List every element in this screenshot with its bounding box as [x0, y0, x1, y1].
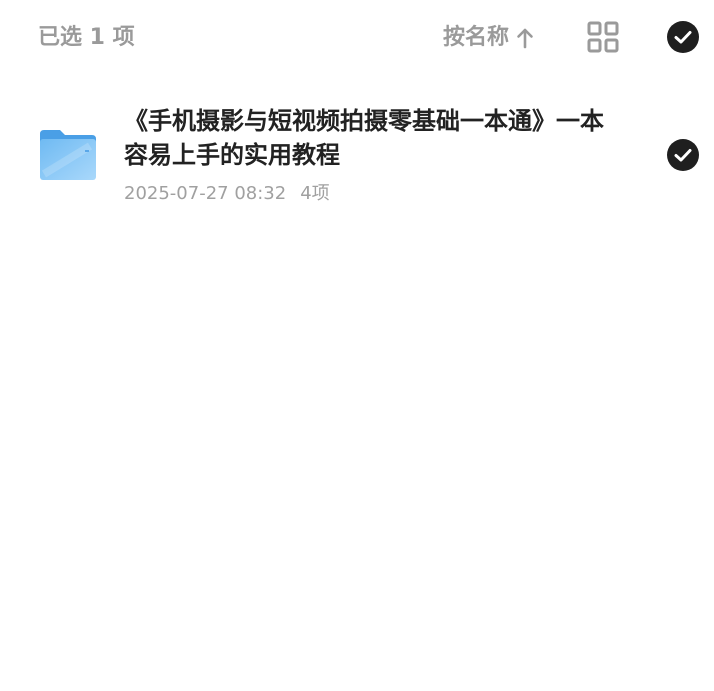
- grid-view-toggle[interactable]: [587, 21, 619, 53]
- select-all-checkbox[interactable]: [667, 21, 699, 53]
- check-circle-icon: [667, 139, 699, 175]
- arrow-up-icon: [515, 27, 535, 49]
- sort-by-name-button[interactable]: 按名称: [443, 24, 535, 52]
- sort-label: 按名称: [443, 25, 510, 50]
- toolbar: 已选 1 项 按名称: [0, 0, 714, 76]
- row-select-checkbox[interactable]: [667, 139, 699, 171]
- file-row[interactable]: 《手机摄影与短视频拍摄零基础一本通》一本容易上手的实用教程 2025-07-27…: [0, 90, 714, 220]
- folder-icon: [38, 128, 98, 182]
- check-circle-icon: [667, 21, 699, 57]
- selected-count-label: 已选 1 项: [38, 25, 135, 50]
- file-item-count: 4项: [300, 183, 330, 204]
- file-meta: 2025-07-27 08:32 4项: [124, 182, 330, 206]
- file-list: 《手机摄影与短视频拍摄零基础一本通》一本容易上手的实用教程 2025-07-27…: [0, 90, 714, 220]
- file-date: 2025-07-27 08:32: [124, 183, 287, 204]
- file-name: 《手机摄影与短视频拍摄零基础一本通》一本容易上手的实用教程: [124, 107, 604, 169]
- grid-icon: [587, 21, 619, 57]
